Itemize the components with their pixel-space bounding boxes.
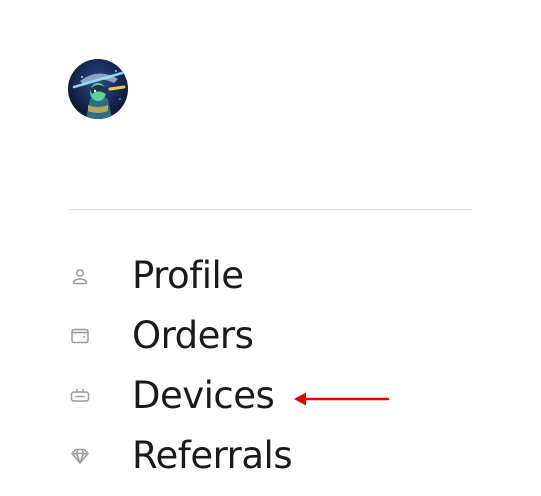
account-menu-page: Profile Orders Devices Referrals: [0, 0, 541, 496]
nav-item-label: Orders: [132, 314, 254, 357]
account-nav: Profile Orders Devices Referrals: [68, 246, 488, 486]
nav-item-devices[interactable]: Devices: [68, 366, 488, 426]
nav-item-label: Devices: [132, 374, 275, 417]
user-avatar[interactable]: [68, 59, 128, 119]
nav-item-label: Profile: [132, 254, 244, 297]
divider: [68, 209, 472, 210]
nav-item-label: Referrals: [132, 434, 293, 477]
nav-item-orders[interactable]: Orders: [68, 306, 488, 366]
diamond-icon: [68, 444, 92, 468]
nav-item-referrals[interactable]: Referrals: [68, 426, 488, 486]
wallet-icon: [68, 324, 92, 348]
nav-item-profile[interactable]: Profile: [68, 246, 488, 306]
avatar-image: [68, 59, 128, 119]
annotation-arrow: [294, 392, 390, 406]
device-icon: [68, 384, 92, 408]
person-icon: [68, 264, 92, 288]
